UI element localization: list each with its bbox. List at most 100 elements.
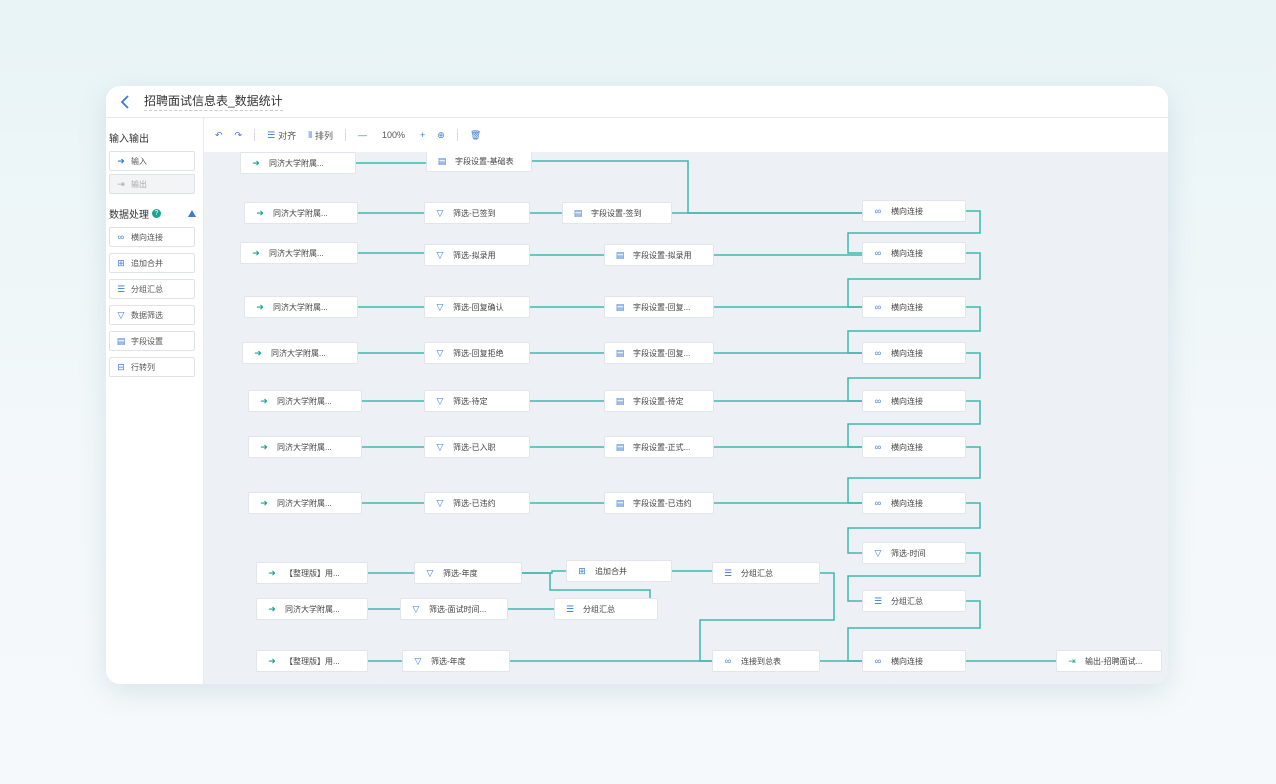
flow-canvas[interactable]: ➜ 同济大学附属... ▤ 字段设置-基础表 ➜ 同济大学附属... ▽ 筛选-已签到 ▤ 字段设… (204, 152, 1168, 684)
flow-node[interactable]: ▤ 字段设置-已违约 (604, 492, 714, 514)
flow-node[interactable]: ∞ 横向连接 (862, 390, 966, 412)
flow-node[interactable]: ▽ 筛选-拟录用 (424, 244, 530, 266)
redo-icon: ↷ (234, 129, 243, 140)
flow-node[interactable]: ▤ 字段设置-回复... (604, 296, 714, 318)
flow-node[interactable]: ∞ 横向连接 (862, 342, 966, 364)
flow-node[interactable]: ➜ 同济大学附属... (240, 152, 356, 174)
flow-node[interactable]: ▽ 筛选-已签到 (424, 202, 530, 224)
join-icon: ∞ (874, 498, 882, 508)
flow-node-label: 筛选-已违约 (453, 498, 496, 508)
sidebar-item-label: 追加合并 (131, 258, 163, 268)
field-icon: ▤ (615, 301, 625, 312)
arrange-button[interactable]: ⫴ 排列 (305, 129, 336, 142)
sidebar-item-field[interactable]: ▤ 字段设置 (109, 331, 195, 351)
sidebar-item-pivot[interactable]: ⊟ 行转列 (109, 357, 195, 377)
flow-node-label: 同济大学附属... (273, 208, 328, 218)
flow-node[interactable]: ▤ 字段设置-正式... (604, 436, 714, 458)
align-icon: ☰ (267, 129, 276, 140)
append-icon: ⊞ (117, 257, 125, 268)
flow-node[interactable]: ▽ 筛选-已入职 (424, 436, 530, 458)
join-icon: ∞ (874, 656, 882, 666)
flow-node[interactable]: ➜ 同济大学附属... (244, 202, 358, 224)
flow-node[interactable]: ▽ 筛选-待定 (424, 390, 530, 412)
zoom-in-button[interactable]: + (417, 130, 428, 140)
help-icon[interactable]: ? (152, 208, 161, 218)
flow-node-label: 横向连接 (891, 656, 923, 666)
flow-node[interactable]: ∞ 横向连接 (862, 200, 966, 222)
sidebar-item-join[interactable]: ∞ 横向连接 (109, 227, 195, 247)
flow-node[interactable]: ➜ 【整理版】用... (256, 650, 368, 672)
join-icon: ∞ (874, 442, 882, 452)
flow-node[interactable]: ▤ 字段设置-签到 (562, 202, 672, 224)
flow-node[interactable]: ▽ 筛选-面试时间... (400, 598, 508, 620)
page-title[interactable]: 招聘面试信息表_数据统计 (144, 92, 283, 111)
input-icon: ➜ (117, 155, 125, 166)
trash-icon: 🗑 (469, 129, 482, 140)
back-button[interactable] (114, 91, 136, 113)
flow-node[interactable]: ▽ 筛选-回复确认 (424, 296, 530, 318)
collapse-triangle-icon[interactable] (188, 210, 196, 217)
flow-node[interactable]: ▽ 筛选-已违约 (424, 492, 530, 514)
flow-node[interactable]: ▽ 筛选-时间 (862, 542, 966, 564)
flow-node[interactable]: ➜ 同济大学附属... (242, 342, 358, 364)
flow-node[interactable]: ∞ 横向连接 (862, 296, 966, 318)
flow-node[interactable]: ☰ 分组汇总 (862, 590, 966, 612)
flow-node[interactable]: ➜ 同济大学附属... (244, 296, 358, 318)
flow-node[interactable]: ∞ 横向连接 (862, 492, 966, 514)
filter-icon: ▽ (117, 309, 125, 320)
flow-node-label: 同济大学附属... (271, 348, 326, 358)
flow-node-label: 筛选-拟录用 (453, 250, 496, 260)
flow-node-label: 分组汇总 (741, 568, 773, 578)
flow-node[interactable]: ➜ 【整理版】用... (256, 562, 368, 584)
flow-node[interactable]: ▤ 字段设置-拟录用 (604, 244, 714, 266)
pivot-icon: ⊟ (117, 361, 125, 372)
sidebar-item-input[interactable]: ➜ 输入 (109, 151, 195, 171)
zoom-out-button[interactable]: — (355, 130, 370, 140)
toolbar: ↶ ↷ ☰ 对齐 ⫴ 排列 — 100% + ⊕ 🗑 (204, 118, 1168, 152)
delete-button[interactable]: 🗑 (467, 130, 484, 141)
flow-node[interactable]: ➜ 同济大学附属... (248, 390, 362, 412)
flow-node-label: 字段设置-基础表 (455, 156, 514, 166)
flow-node-label: 分组汇总 (583, 604, 615, 614)
flow-node[interactable]: ∞ 横向连接 (862, 242, 966, 264)
input-icon: ➜ (268, 603, 276, 614)
sidebar-item-group[interactable]: ☰ 分组汇总 (109, 279, 195, 299)
input-icon: ➜ (256, 207, 264, 218)
flow-node[interactable]: ▤ 字段设置-基础表 (426, 152, 532, 172)
flow-node[interactable]: ▽ 筛选-年度 (402, 650, 510, 672)
sidebar-item-output[interactable]: ⇥ 输出 (109, 174, 195, 194)
filter-icon: ▽ (426, 567, 434, 578)
flow-node[interactable]: ⇥ 输出-招聘面试... (1056, 650, 1162, 672)
redo-button[interactable]: ↷ (232, 130, 246, 141)
flow-node[interactable]: ☰ 分组汇总 (712, 562, 820, 584)
flow-node-label: 横向连接 (891, 348, 923, 358)
input-icon: ➜ (268, 655, 276, 666)
sidebar-item-filter[interactable]: ▽ 数据筛选 (109, 305, 195, 325)
undo-button[interactable]: ↶ (212, 130, 226, 141)
flow-node[interactable]: ∞ 连接到总表 (712, 650, 820, 672)
field-icon: ▤ (615, 347, 625, 358)
flow-node[interactable]: ➜ 同济大学附属... (256, 598, 368, 620)
flow-node[interactable]: ▤ 字段设置-回复... (604, 342, 714, 364)
flow-node[interactable]: ▽ 筛选-年度 (414, 562, 522, 584)
input-icon: ➜ (260, 395, 268, 406)
flow-node-label: 输出-招聘面试... (1085, 656, 1143, 666)
filter-icon: ▽ (436, 301, 444, 312)
flow-node-label: 横向连接 (891, 396, 923, 406)
align-button[interactable]: ☰ 对齐 (264, 129, 299, 142)
flow-node[interactable]: ∞ 横向连接 (862, 650, 966, 672)
flow-node[interactable]: ☰ 分组汇总 (554, 598, 658, 620)
toolbar-divider (456, 129, 458, 141)
group-icon: ☰ (116, 283, 126, 294)
flow-node[interactable]: ▤ 字段设置-待定 (604, 390, 714, 412)
zoom-level: 100% (381, 130, 406, 140)
sidebar-item-append[interactable]: ⊞ 追加合并 (109, 253, 195, 273)
flow-node[interactable]: ⊞ 追加合并 (566, 560, 672, 582)
filter-icon: ▽ (412, 603, 420, 614)
flow-node[interactable]: ➜ 同济大学附属... (248, 436, 362, 458)
flow-node[interactable]: ▽ 筛选-回复拒绝 (424, 342, 530, 364)
flow-node[interactable]: ➜ 同济大学附属... (240, 242, 358, 264)
fit-view-button[interactable]: ⊕ (434, 130, 448, 141)
flow-node[interactable]: ∞ 横向连接 (862, 436, 966, 458)
flow-node[interactable]: ➜ 同济大学附属... (248, 492, 362, 514)
